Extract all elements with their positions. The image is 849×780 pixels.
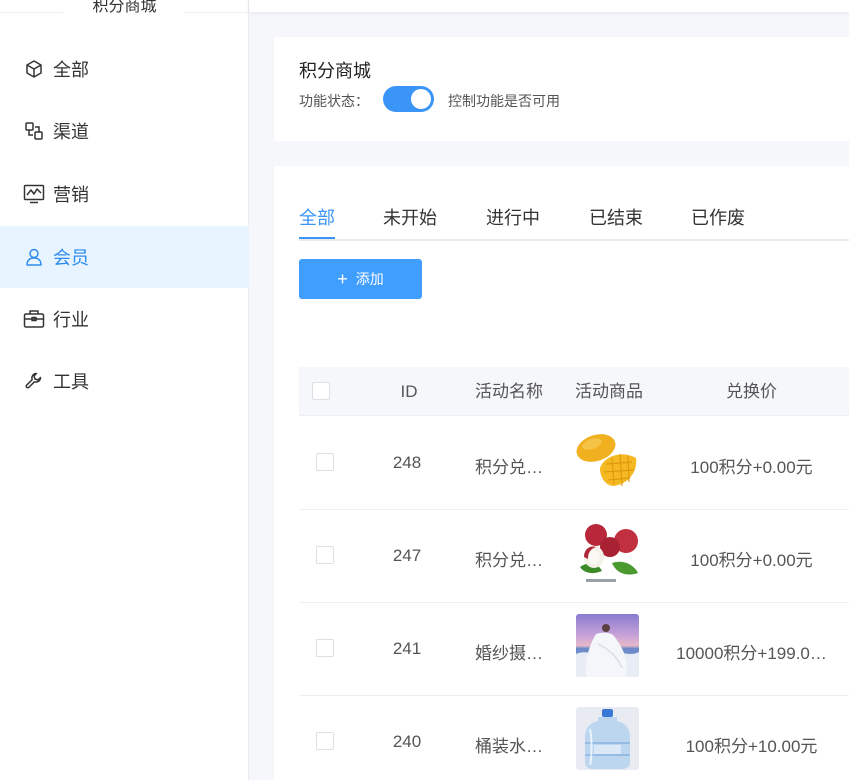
tab-voided[interactable]: 已作废 bbox=[691, 204, 745, 230]
row-id: 240 bbox=[392, 732, 422, 751]
briefcase-icon bbox=[23, 308, 45, 330]
status-description: 控制功能是否可用 bbox=[448, 93, 560, 109]
active-tab-indicator bbox=[299, 237, 335, 239]
toggle-knob bbox=[411, 89, 431, 109]
sidebar-item-label: 行业 bbox=[53, 310, 89, 330]
sidebar-title: 积分商城 bbox=[92, 0, 157, 15]
row-price: 10000积分+199.0… bbox=[676, 644, 827, 663]
sidebar-item-industry[interactable]: 行业 bbox=[0, 288, 249, 350]
sidebar-item-member[interactable]: 会员 bbox=[0, 226, 249, 288]
table-header: ID 活动名称 活动商品 兑换价 bbox=[299, 367, 849, 416]
row-name: 积分兑… bbox=[475, 458, 543, 477]
cube-icon bbox=[23, 58, 45, 80]
row-checkbox[interactable] bbox=[316, 453, 334, 471]
column-header-product: 活动商品 bbox=[575, 382, 643, 401]
row-id: 241 bbox=[392, 639, 422, 658]
table-row[interactable]: 240 桶装水… 100积分+10.00元 bbox=[299, 696, 849, 780]
tab-not-started[interactable]: 未开始 bbox=[383, 204, 437, 230]
row-name: 积分兑… bbox=[475, 551, 543, 570]
row-name: 婚纱摄… bbox=[475, 644, 543, 663]
product-image-lychee bbox=[576, 521, 639, 584]
table-row[interactable]: 248 积分兑… 100积分+0.00元 bbox=[299, 417, 849, 510]
row-id: 247 bbox=[392, 546, 422, 565]
sidebar-item-label: 工具 bbox=[53, 372, 89, 392]
sidebar-item-all[interactable]: 全部 bbox=[0, 38, 249, 100]
status-toggle[interactable] bbox=[383, 86, 434, 112]
table-row[interactable]: 247 积分兑… 100积分+0.00元 bbox=[299, 510, 849, 603]
row-checkbox[interactable] bbox=[316, 639, 334, 657]
row-price: 100积分+10.00元 bbox=[685, 737, 818, 756]
sidebar-item-label: 营销 bbox=[53, 185, 89, 205]
product-image-mango bbox=[576, 428, 639, 491]
row-name: 桶装水… bbox=[475, 737, 543, 756]
product-image-wedding-photo bbox=[576, 614, 639, 677]
row-price: 100积分+0.00元 bbox=[690, 458, 813, 477]
column-header-id: ID bbox=[400, 382, 418, 401]
sidebar: 积分商城 全部 渠道 营销 会员 行业 工具 bbox=[0, 0, 249, 780]
row-checkbox[interactable] bbox=[316, 732, 334, 750]
tab-ended[interactable]: 已结束 bbox=[589, 204, 643, 230]
page-title: 积分商城 bbox=[299, 61, 371, 81]
chart-icon bbox=[23, 183, 45, 205]
activity-list-card: 全部 未开始 进行中 已结束 已作废 + 添加 ID 活动名称 活动商品 兑换价… bbox=[274, 166, 849, 780]
user-icon bbox=[23, 246, 45, 268]
sidebar-item-label: 渠道 bbox=[53, 122, 89, 142]
product-image-water-bottle bbox=[576, 707, 639, 770]
select-all-checkbox[interactable] bbox=[312, 382, 330, 400]
row-checkbox[interactable] bbox=[316, 546, 334, 564]
wrench-icon bbox=[23, 370, 45, 392]
sidebar-item-marketing[interactable]: 营销 bbox=[0, 163, 249, 225]
status-label: 功能状态： bbox=[299, 93, 369, 109]
tab-all[interactable]: 全部 bbox=[299, 204, 335, 230]
add-button[interactable]: + 添加 bbox=[299, 259, 422, 299]
table-row[interactable]: 241 婚纱摄… 10000积分+199.0… bbox=[299, 603, 849, 696]
sidebar-item-tools[interactable]: 工具 bbox=[0, 350, 249, 412]
sidebar-header: 积分商城 bbox=[0, 0, 249, 15]
row-price: 100积分+0.00元 bbox=[690, 551, 813, 570]
feature-status-card: 积分商城 功能状态： 控制功能是否可用 bbox=[274, 37, 849, 141]
status-tabs: 全部 未开始 进行中 已结束 已作废 bbox=[299, 200, 849, 241]
add-button-label: 添加 bbox=[355, 271, 384, 287]
channel-icon bbox=[23, 120, 45, 142]
top-bar bbox=[249, 0, 849, 12]
row-id: 248 bbox=[392, 453, 422, 472]
tab-in-progress[interactable]: 进行中 bbox=[486, 204, 540, 230]
sidebar-item-label: 全部 bbox=[53, 60, 89, 80]
sidebar-item-channel[interactable]: 渠道 bbox=[0, 100, 249, 162]
sidebar-item-label: 会员 bbox=[53, 248, 89, 268]
plus-icon: + bbox=[337, 268, 348, 289]
column-header-name: 活动名称 bbox=[475, 382, 543, 401]
column-header-price: 兑换价 bbox=[726, 382, 777, 401]
